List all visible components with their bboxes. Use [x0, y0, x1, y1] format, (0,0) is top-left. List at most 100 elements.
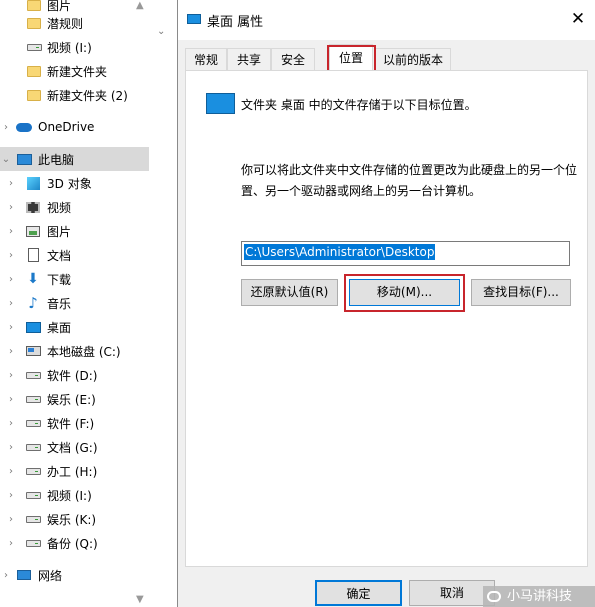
nav-item-label: 视频 (I:) [47, 488, 92, 503]
location-description-text: 你可以将此文件夹中文件存储的位置更改为此硬盘上的另一个位置、另一个驱动器或网络上… [241, 163, 578, 198]
expand-chevron-icon[interactable]: › [6, 226, 16, 237]
nav-item-label: OneDrive [38, 120, 95, 134]
nav-item-new-folder[interactable]: 新建文件夹 [0, 59, 149, 83]
expand-chevron-icon[interactable]: › [1, 122, 11, 133]
expand-chevron-icon[interactable]: › [6, 514, 16, 525]
chevron-down-icon[interactable]: ⌄ [157, 26, 165, 37]
onedrive-cloud-icon [16, 119, 32, 135]
nav-item-drive-f[interactable]: › 软件 (F:) [0, 411, 149, 435]
nav-item-label: 文档 (G:) [47, 440, 98, 455]
this-pc-icon [16, 151, 32, 167]
nav-item-pictures[interactable]: › 图片 [0, 219, 149, 243]
dialog-title: 桌面 属性 [207, 15, 264, 30]
find-target-button[interactable]: 查找目标(F)... [471, 279, 571, 306]
nav-item-drive-q[interactable]: › 备份 (Q:) [0, 531, 149, 555]
nav-item-label: 软件 (D:) [47, 368, 98, 383]
wechat-logo-icon [487, 591, 501, 602]
nav-item-desktop[interactable]: › 桌面 [0, 315, 149, 339]
nav-item-videos[interactable]: › 视频 [0, 195, 149, 219]
target-path-input[interactable]: C:\Users\Administrator\Desktop [241, 241, 570, 266]
location-intro-text: 文件夹 桌面 中的文件存储于以下目标位置。 [241, 98, 477, 112]
drive-icon [26, 39, 42, 55]
system-drive-icon [25, 343, 41, 359]
expand-chevron-icon[interactable]: › [6, 538, 16, 549]
folder-icon [26, 15, 42, 31]
nav-item-label: 软件 (F:) [47, 416, 95, 431]
nav-item-drive-k[interactable]: › 娱乐 (K:) [0, 507, 149, 531]
drive-icon [25, 535, 41, 551]
nav-item-drive-i[interactable]: 视频 (I:) [0, 35, 149, 59]
nav-item-downloads[interactable]: › ⬇ 下载 [0, 267, 149, 291]
nav-item-label: 音乐 [47, 296, 72, 311]
restore-default-button[interactable]: 还原默认值(R) [241, 279, 338, 306]
nav-item-3d-objects[interactable]: › 3D 对象 [0, 171, 149, 195]
expand-chevron-icon[interactable]: › [6, 322, 16, 333]
move-button[interactable]: 移动(M)... [349, 279, 460, 306]
expand-chevron-icon[interactable]: › [6, 250, 16, 261]
drive-icon [25, 463, 41, 479]
watermark-text: 小马讲科技 [507, 589, 573, 604]
nav-item-documents[interactable]: › 文档 [0, 243, 149, 267]
desktop-folder-icon [206, 93, 235, 114]
nav-item-drive-c[interactable]: › 本地磁盘 (C:) [0, 339, 149, 363]
nav-item-label: 新建文件夹 [47, 64, 108, 79]
nav-item-music[interactable]: › ♪ 音乐 [0, 291, 149, 315]
tab-security[interactable]: 安全 [271, 48, 315, 70]
watermark: 小马讲科技 [483, 586, 595, 607]
nav-item-drive-d[interactable]: › 软件 (D:) [0, 363, 149, 387]
nav-item-label: 潜规则 [47, 16, 84, 31]
scroll-down-arrow-icon[interactable]: ▼ [136, 594, 144, 605]
nav-item-label: 3D 对象 [47, 176, 92, 191]
tab-general[interactable]: 常规 [185, 48, 227, 70]
nav-item-label: 新建文件夹 (2) [47, 88, 128, 103]
content-pane-edge [149, 0, 177, 607]
expand-chevron-icon[interactable]: › [6, 346, 16, 357]
dialog-title-bar[interactable]: 桌面 属性 ✕ [178, 0, 595, 40]
nav-item-drive-h[interactable]: › 办工 (H:) [0, 459, 149, 483]
expand-chevron-icon[interactable]: › [6, 298, 16, 309]
videos-icon [25, 199, 41, 215]
nav-item-drive-e[interactable]: › 娱乐 (E:) [0, 387, 149, 411]
nav-item-label: 视频 (I:) [47, 40, 92, 55]
expand-chevron-icon[interactable]: › [6, 274, 16, 285]
drive-icon [25, 439, 41, 455]
tab-location[interactable]: 位置 [329, 44, 373, 70]
expand-chevron-icon[interactable]: › [6, 442, 16, 453]
expand-chevron-icon[interactable]: › [6, 178, 16, 189]
nav-item-label: 办工 (H:) [47, 464, 98, 479]
properties-dialog: 桌面 属性 ✕ 常规 共享 安全 位置 以前的版本 文件夹 桌面 中的文件存储于… [177, 0, 595, 607]
ok-button[interactable]: 确定 [315, 580, 402, 606]
tab-previous-versions[interactable]: 以前的版本 [375, 48, 451, 70]
nav-item-label: 备份 (Q:) [47, 536, 98, 551]
nav-item-label: 本地磁盘 (C:) [47, 344, 121, 359]
nav-item-label: 视频 [47, 200, 72, 215]
nav-item-drive-g[interactable]: › 文档 (G:) [0, 435, 149, 459]
drive-icon [25, 391, 41, 407]
target-path-value: C:\Users\Administrator\Desktop [244, 244, 436, 260]
documents-icon [25, 247, 41, 263]
navigation-pane: ▲ 图片 潜规则 视频 (I:) 新建文件夹 新建文件夹 (2) › OneDr… [0, 0, 149, 607]
nav-item-label: 下载 [47, 272, 72, 287]
nav-item-folder[interactable]: 潜规则 [0, 11, 149, 35]
nav-item-label: 文档 [47, 248, 72, 263]
nav-item-drive-i-2[interactable]: › 视频 (I:) [0, 483, 149, 507]
expand-chevron-icon[interactable]: › [6, 466, 16, 477]
tab-sharing[interactable]: 共享 [227, 48, 271, 70]
drive-icon [25, 487, 41, 503]
location-tab-panel: 文件夹 桌面 中的文件存储于以下目标位置。 你可以将此文件夹中文件存储的位置更改… [185, 70, 588, 567]
expand-chevron-icon[interactable]: › [6, 394, 16, 405]
nav-item-label: 网络 [38, 568, 63, 583]
nav-item-this-pc[interactable]: ⌄ 此电脑 [0, 147, 149, 171]
nav-item-new-folder-2[interactable]: 新建文件夹 (2) [0, 83, 149, 107]
collapse-chevron-icon[interactable]: ⌄ [1, 154, 11, 165]
tab-strip: 常规 共享 安全 位置 以前的版本 [178, 44, 595, 72]
expand-chevron-icon[interactable]: › [6, 370, 16, 381]
nav-item-label: 桌面 [47, 320, 72, 335]
nav-item-onedrive[interactable]: › OneDrive [0, 115, 149, 139]
expand-chevron-icon[interactable]: › [1, 570, 11, 581]
expand-chevron-icon[interactable]: › [6, 490, 16, 501]
nav-item-network[interactable]: › 网络 [0, 563, 149, 587]
expand-chevron-icon[interactable]: › [6, 202, 16, 213]
expand-chevron-icon[interactable]: › [6, 418, 16, 429]
close-button[interactable]: ✕ [566, 8, 590, 30]
